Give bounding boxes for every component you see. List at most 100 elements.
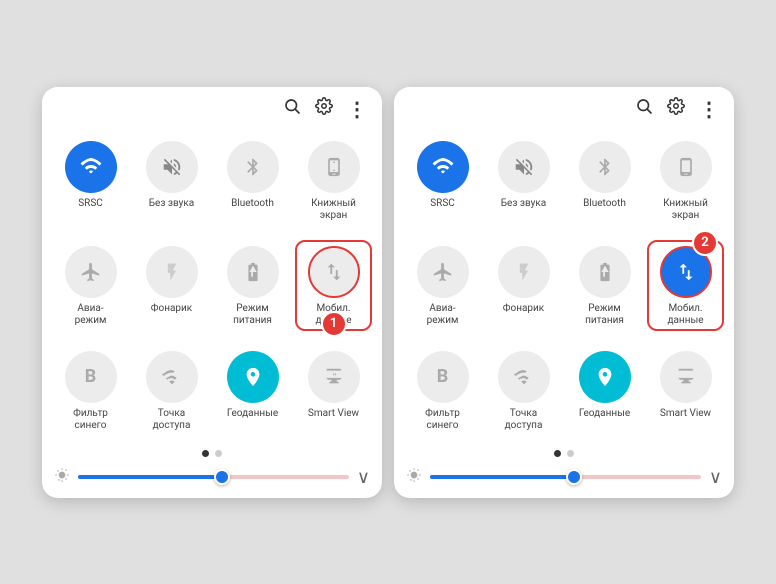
smartview-icon-p1 <box>308 351 360 403</box>
tiles-row1-p1: SRSC Без звука Bluetooth К <box>42 127 382 232</box>
panel-header-1: ⋮ <box>42 87 382 127</box>
wifi-icon-p1 <box>65 141 117 193</box>
mobiledata-label-p2: Мобил. данные <box>667 303 703 327</box>
tile-srsc-p2[interactable]: SRSC <box>402 133 483 228</box>
dot-2-p1 <box>215 450 222 457</box>
tile-screen-p1[interactable]: Книжный экран <box>293 133 374 228</box>
airplane-icon-p1 <box>65 246 117 298</box>
slider-thumb-p1 <box>214 469 230 485</box>
tile-mute-p1[interactable]: Без звука <box>131 133 212 228</box>
tile-mobiledata-p1[interactable]: Мобил. данные 1 <box>293 238 374 333</box>
powersave-icon-p1 <box>227 246 279 298</box>
search-icon-p2[interactable] <box>635 97 653 120</box>
tile-airplane-p1[interactable]: Авиа- режим <box>50 238 131 333</box>
hotspot-icon-p2 <box>498 351 550 403</box>
mute-label-p1: Без звука <box>149 198 194 210</box>
main-wrapper: ⋮ SRSC Без звука <box>26 71 750 514</box>
dots-row-p2 <box>394 442 734 461</box>
tiles-row2-p1: Авиа- режим Фонарик Режим питания <box>42 232 382 337</box>
tiles-row3-p2: B Фильтр синего Точка доступа Геоданные <box>394 337 734 442</box>
brightness-low-icon-p2 <box>406 467 422 487</box>
settings-icon-p2[interactable] <box>667 97 685 120</box>
chevron-down-icon-p2[interactable]: ∨ <box>709 467 722 488</box>
flashlight-label-p2: Фонарик <box>503 303 544 315</box>
tile-flashlight-p2[interactable]: Фонарик <box>483 238 564 333</box>
screen-label-p2: Книжный экран <box>663 198 708 222</box>
smartview-icon-p2 <box>660 351 712 403</box>
phone-panel-2: ⋮ SRSC Без звука Bluetooth <box>394 87 734 498</box>
smartview-label-p2: Smart View <box>660 408 711 420</box>
bluetooth-icon-p1 <box>227 141 279 193</box>
mute-icon-p1 <box>146 141 198 193</box>
tile-geodata-p1[interactable]: Геоданные <box>212 343 293 438</box>
tile-powersave-p2[interactable]: Режим питания <box>564 238 645 333</box>
dots-row-p1 <box>42 442 382 461</box>
slider-thumb-p2 <box>566 469 582 485</box>
mute-icon-p2 <box>498 141 550 193</box>
chevron-down-icon-p1[interactable]: ∨ <box>357 467 370 488</box>
bluefilter-label-p2: Фильтр синего <box>425 408 460 432</box>
brightness-slider-p2[interactable] <box>430 475 701 479</box>
bluefilter-label-p1: Фильтр синего <box>73 408 108 432</box>
powersave-icon-p2 <box>579 246 631 298</box>
tile-bluefilter-p2[interactable]: B Фильтр синего <box>402 343 483 438</box>
tile-geodata-p2[interactable]: Геоданные <box>564 343 645 438</box>
bluetooth-label-p2: Bluetooth <box>583 198 626 210</box>
tile-hotspot-p2[interactable]: Точка доступа <box>483 343 564 438</box>
geodata-label-p1: Геоданные <box>227 408 278 420</box>
wifi-icon-p2 <box>417 141 469 193</box>
bluefilter-icon-p2: B <box>417 351 469 403</box>
step-badge-1: 1 <box>321 311 347 337</box>
tiles-row1-p2: SRSC Без звука Bluetooth Книжный экран <box>394 127 734 232</box>
tile-powersave-p1[interactable]: Режим питания <box>212 238 293 333</box>
tile-bluetooth-p2[interactable]: Bluetooth <box>564 133 645 228</box>
geodata-label-p2: Геоданные <box>579 408 630 420</box>
step-badge-2: 2 <box>692 230 718 256</box>
tile-bluetooth-p1[interactable]: Bluetooth <box>212 133 293 228</box>
geodata-icon-p2 <box>579 351 631 403</box>
hotspot-icon-p1 <box>146 351 198 403</box>
panel-header-2: ⋮ <box>394 87 734 127</box>
brightness-slider-p1[interactable] <box>78 475 349 479</box>
dot-1-p2 <box>554 450 561 457</box>
tile-mute-p2[interactable]: Без звука <box>483 133 564 228</box>
bluetooth-icon-p2 <box>579 141 631 193</box>
srsc-label-p1: SRSC <box>78 198 103 210</box>
bluefilter-icon-p1: B <box>65 351 117 403</box>
screen-icon-p2 <box>660 141 712 193</box>
powersave-label-p2: Режим питания <box>585 303 624 327</box>
more-icon[interactable]: ⋮ <box>347 97 368 121</box>
tile-srsc-p1[interactable]: SRSC <box>50 133 131 228</box>
tile-smartview-p2[interactable]: Smart View <box>645 343 726 438</box>
tile-screen-p2[interactable]: Книжный экран <box>645 133 726 228</box>
hotspot-label-p1: Точка доступа <box>153 408 191 432</box>
mobiledata-icon-p1 <box>308 246 360 298</box>
flashlight-icon-p2 <box>498 246 550 298</box>
flashlight-label-p1: Фонарик <box>151 303 192 315</box>
flashlight-icon-p1 <box>146 246 198 298</box>
brightness-row-p2: ∨ <box>394 461 734 498</box>
search-icon[interactable] <box>283 97 301 120</box>
brightness-row-p1: ∨ <box>42 461 382 498</box>
bluetooth-label-p1: Bluetooth <box>231 198 274 210</box>
tiles-row2-p2: Авиа- режим Фонарик Режим питания Мобил. <box>394 232 734 337</box>
phone-panel-1: ⋮ SRSC Без звука <box>42 87 382 498</box>
screen-icon-p1 <box>308 141 360 193</box>
tile-airplane-p2[interactable]: Авиа- режим <box>402 238 483 333</box>
tile-mobiledata-p2[interactable]: Мобил. данные 2 <box>645 238 726 333</box>
mute-label-p2: Без звука <box>501 198 546 210</box>
tile-hotspot-p1[interactable]: Точка доступа <box>131 343 212 438</box>
brightness-low-icon-p1 <box>54 467 70 487</box>
airplane-label-p1: Авиа- режим <box>75 303 107 327</box>
powersave-label-p1: Режим питания <box>233 303 272 327</box>
tile-smartview-p1[interactable]: Smart View <box>293 343 374 438</box>
smartview-label-p1: Smart View <box>308 408 359 420</box>
screen-label-p1: Книжный экран <box>311 198 356 222</box>
tile-bluefilter-p1[interactable]: B Фильтр синего <box>50 343 131 438</box>
dot-1-p1 <box>202 450 209 457</box>
tile-flashlight-p1[interactable]: Фонарик <box>131 238 212 333</box>
more-icon-p2[interactable]: ⋮ <box>699 97 720 121</box>
srsc-label-p2: SRSC <box>430 198 455 210</box>
settings-icon[interactable] <box>315 97 333 120</box>
tiles-row3-p1: B Фильтр синего Точка доступа Геоданные <box>42 337 382 442</box>
